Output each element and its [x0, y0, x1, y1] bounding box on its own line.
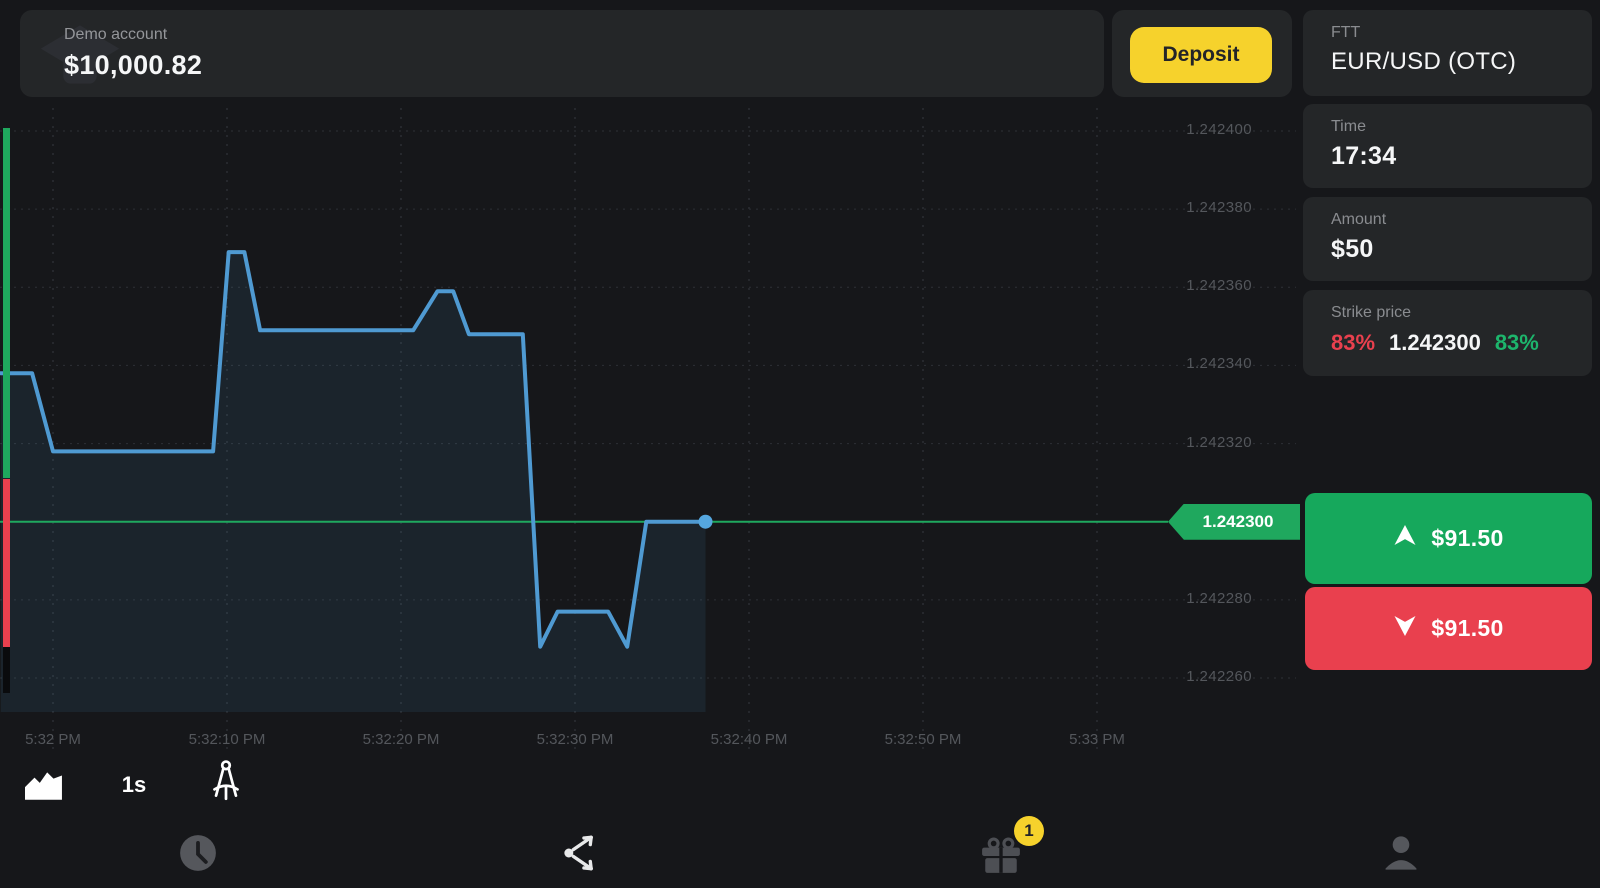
instrument-name: EUR/USD (OTC) [1331, 48, 1516, 76]
x-axis-label: 5:32:10 PM [157, 731, 297, 748]
gifts-button[interactable] [978, 836, 1024, 876]
person-icon [1382, 834, 1420, 875]
price-area-fill [1, 252, 706, 712]
timeframe-button[interactable]: 1s [110, 768, 158, 802]
account-balance: $10,000.82 [64, 50, 202, 81]
drawing-tools-button[interactable] [206, 758, 246, 806]
payout-percent-down: 83% [1331, 330, 1375, 356]
history-button[interactable] [178, 834, 218, 874]
trading-app: 1.242400 1.242380 1.242360 1.242340 1.242320… [0, 0, 1600, 888]
share-arrows-icon [562, 834, 598, 875]
instrument-type-label: FTT [1331, 24, 1360, 42]
y-axis-label: 1.242280 [1132, 590, 1252, 607]
amount-label: Amount [1331, 211, 1386, 229]
arrow-down-icon [1393, 615, 1417, 642]
buy-payout: $91.50 [1431, 525, 1503, 552]
x-axis-label: 5:32:20 PM [331, 731, 471, 748]
y-axis-label: 1.242320 [1132, 434, 1252, 451]
area-chart-icon [25, 770, 63, 803]
payout-percent-up: 83% [1495, 330, 1539, 356]
y-axis-label: 1.242380 [1132, 199, 1252, 216]
clock-icon [179, 834, 217, 875]
chart-type-button[interactable] [24, 770, 64, 802]
y-axis-label: 1.242260 [1132, 668, 1252, 685]
strike-value: 1.242300 [1389, 330, 1481, 356]
deposit-panel: Deposit [1112, 10, 1292, 97]
gift-badge: 1 [1014, 816, 1044, 846]
x-axis-label: 5:32 PM [0, 731, 123, 748]
sentiment-bar-rest [3, 647, 10, 693]
gift-icon [980, 836, 1022, 877]
account-type-label: Demo account [64, 26, 167, 44]
time-label: Time [1331, 118, 1366, 136]
sell-payout: $91.50 [1431, 615, 1503, 642]
instrument-card[interactable]: FTT EUR/USD (OTC) [1303, 10, 1592, 96]
current-price-dot [699, 515, 713, 529]
arrow-up-icon [1393, 525, 1417, 552]
compass-icon [209, 758, 243, 807]
x-axis-label: 5:32:40 PM [679, 731, 819, 748]
x-axis-label: 5:32:30 PM [505, 731, 645, 748]
y-axis-label: 1.242360 [1132, 277, 1252, 294]
sentiment-bar-sellers [3, 479, 10, 647]
x-axis-label: 5:32:50 PM [853, 731, 993, 748]
strike-row: 83% 1.242300 83% [1331, 330, 1539, 356]
time-value: 17:34 [1331, 142, 1396, 171]
strike-price-card[interactable]: Strike price 83% 1.242300 83% [1303, 290, 1592, 376]
amount-card[interactable]: Amount $50 [1303, 197, 1592, 281]
strike-label: Strike price [1331, 304, 1411, 322]
amount-value: $50 [1331, 235, 1374, 264]
buy-up-button[interactable]: $91.50 [1305, 493, 1592, 584]
x-axis-label: 5:33 PM [1027, 731, 1167, 748]
trades-button[interactable] [560, 834, 600, 874]
sentiment-bar-buyers [3, 128, 10, 478]
profile-button[interactable] [1380, 834, 1422, 874]
y-axis-label: 1.242340 [1132, 355, 1252, 372]
y-axis-label: 1.242400 [1132, 121, 1252, 138]
expiry-time-card[interactable]: Time 17:34 [1303, 104, 1592, 188]
sell-down-button[interactable]: $91.50 [1305, 587, 1592, 670]
account-panel[interactable]: Demo account $10,000.82 [20, 10, 1104, 97]
price-chart[interactable] [0, 0, 1300, 888]
strike-price-tag: 1.242300 [1168, 504, 1300, 540]
deposit-button[interactable]: Deposit [1130, 27, 1272, 83]
